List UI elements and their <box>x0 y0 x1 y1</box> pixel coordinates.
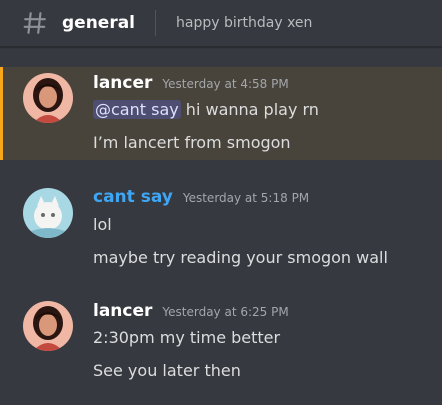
timestamp: Yesterday at 6:25 PM <box>162 305 289 319</box>
channel-name: general <box>62 13 136 33</box>
channel-header: general happy birthday xen <box>0 0 442 47</box>
avatar[interactable] <box>23 73 73 123</box>
message-text: lol <box>93 215 112 234</box>
avatar[interactable] <box>23 301 73 351</box>
message-group[interactable]: cant say Yesterday at 5:18 PM lol maybe … <box>0 181 442 276</box>
channel-topic[interactable]: happy birthday xen <box>176 15 312 31</box>
message-text: 2:30pm my time better <box>93 328 281 347</box>
author-name[interactable]: lancer <box>93 301 152 321</box>
message-text: maybe try reading your smogon wall <box>93 248 388 267</box>
message-text-rest: hi wanna play rn <box>180 100 319 119</box>
timestamp: Yesterday at 4:58 PM <box>162 77 289 91</box>
author-name[interactable]: cant say <box>93 187 173 207</box>
author-name[interactable]: lancer <box>93 73 152 93</box>
user-mention[interactable]: @cant say <box>93 100 181 119</box>
timestamp: Yesterday at 5:18 PM <box>182 191 310 205</box>
hashtag-icon <box>22 10 48 36</box>
avatar[interactable] <box>23 188 73 238</box>
message-group[interactable]: lancer Yesterday at 6:25 PM 2:30pm my ti… <box>0 295 442 395</box>
message-text: @cant say hi wanna play rn <box>93 100 319 119</box>
message-group[interactable]: lancer Yesterday at 4:58 PM @cant say hi… <box>0 67 442 160</box>
message-text: See you later then <box>93 361 241 380</box>
header-divider <box>155 10 157 36</box>
message-text: I’m lancert from smogon <box>93 133 291 152</box>
